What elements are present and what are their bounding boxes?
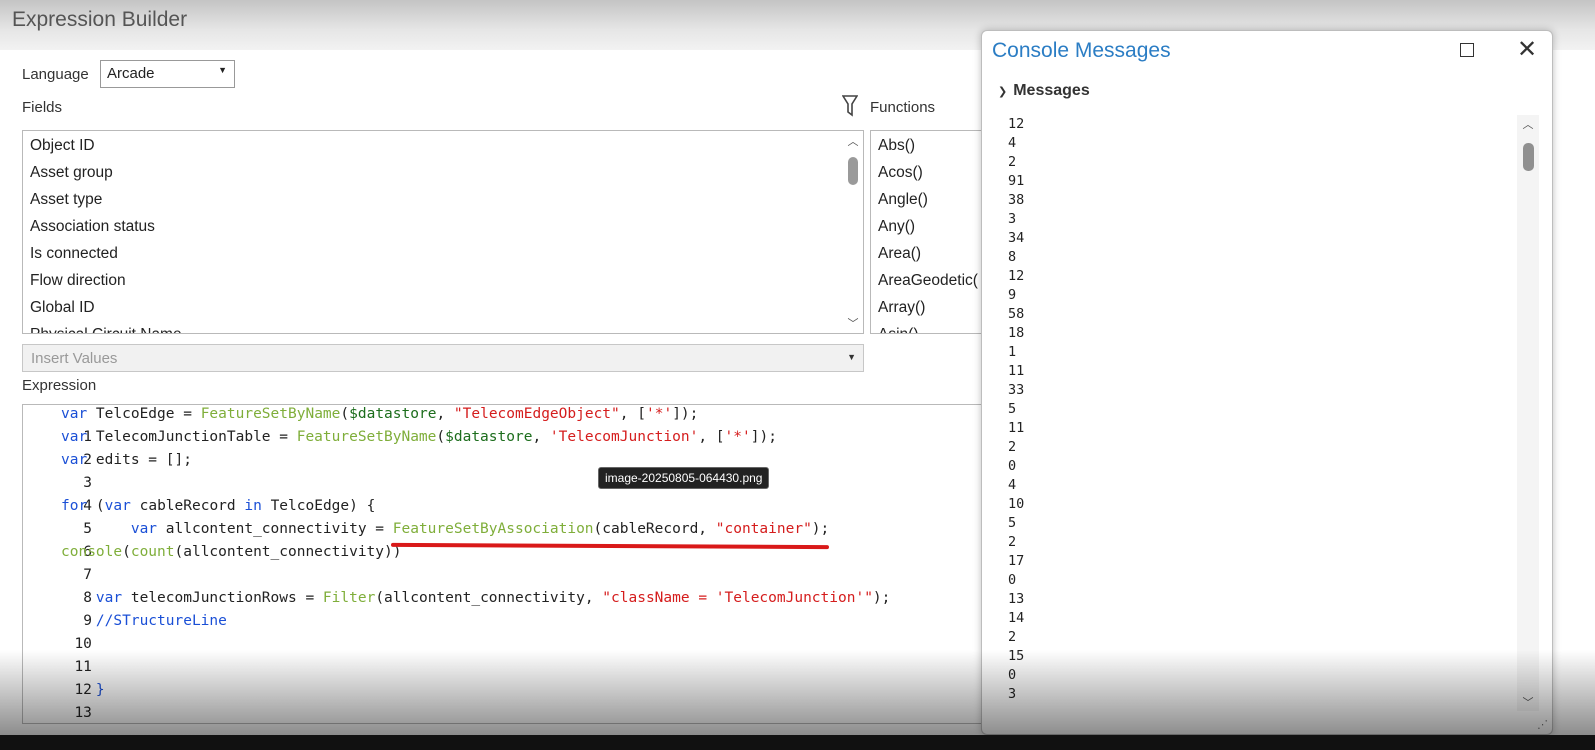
function-list-item[interactable]: Array(): [871, 294, 984, 321]
console-message: 3: [1008, 686, 1017, 702]
function-list-item[interactable]: Asin(): [871, 321, 984, 333]
code-line-7: 7 console(count(allcontent_connectivity)): [61, 544, 402, 583]
console-message: 2: [1008, 154, 1017, 170]
functions-list[interactable]: Abs() Acos() Angle() Any() Area() AreaGeodeti…: [870, 130, 984, 334]
code-line-11: 11: [74, 659, 92, 675]
field-list-item[interactable]: Flow direction: [23, 267, 863, 294]
messages-list: 12 4 2 91 38 3 34 8 12 9 58 18 1 11 33 5 11 2 0 4 10 5 2 17 0 13 1…: [1002, 115, 1502, 707]
function-list-item[interactable]: Acos(): [871, 159, 984, 186]
field-list-item[interactable]: Global ID: [23, 294, 863, 321]
close-icon[interactable]: ✕: [1517, 38, 1537, 62]
code-line-4: 4: [83, 498, 92, 514]
field-list-item[interactable]: Asset type: [23, 186, 863, 213]
function-list-item[interactable]: Abs(): [871, 132, 984, 159]
window-title: Expression Builder: [12, 8, 188, 31]
chevron-down-icon[interactable]: ﹀: [843, 315, 863, 331]
field-list-item[interactable]: Association status: [23, 213, 863, 240]
console-message: 38: [1008, 192, 1025, 208]
functions-label: Functions: [870, 99, 936, 116]
function-list-item[interactable]: AreaGeodetic(: [871, 267, 984, 294]
expression-editor[interactable]: 1 var TelcoEdge = FeatureSetByName($datas…: [22, 404, 984, 724]
console-message: 34: [1008, 230, 1025, 246]
console-message: 0: [1008, 572, 1017, 588]
console-message: 12: [1008, 268, 1025, 284]
language-dropdown[interactable]: Arcade ▼: [100, 60, 235, 88]
console-message: 13: [1008, 591, 1025, 607]
console-message: 5: [1008, 515, 1017, 531]
console-message: 1: [1008, 344, 1017, 360]
console-message: 0: [1008, 458, 1017, 474]
code-line-10: 10 //STructureLine: [74, 613, 227, 652]
code-line-9: 9 var telecomJunctionRows = Filter(allco…: [83, 590, 891, 629]
console-message: 12: [1008, 116, 1025, 132]
messages-section-header[interactable]: ❯ Messages: [998, 82, 1090, 100]
scroll-thumb[interactable]: [1523, 143, 1534, 171]
function-list-item[interactable]: Area(): [871, 240, 984, 267]
console-message: 4: [1008, 477, 1017, 493]
fields-label: Fields: [22, 99, 63, 116]
console-message: 33: [1008, 382, 1025, 398]
function-list-item[interactable]: Angle(): [871, 186, 984, 213]
chevron-down-icon: ▼: [847, 352, 856, 362]
console-scrollbar[interactable]: ︿ ﹀: [1517, 115, 1539, 711]
console-message: 10: [1008, 496, 1025, 512]
insert-values-placeholder: Insert Values: [31, 350, 118, 367]
field-list-item[interactable]: Is connected: [23, 240, 863, 267]
scroll-thumb[interactable]: [848, 157, 858, 185]
console-message: 0: [1008, 667, 1017, 683]
code-line-5: 5 for (var cableRecord in TelcoEdge) {: [61, 498, 376, 537]
chevron-down-icon: ▼: [218, 65, 227, 75]
console-message: 9: [1008, 287, 1017, 303]
console-message: 58: [1008, 306, 1025, 322]
console-message: 8: [1008, 249, 1017, 265]
console-message: 2: [1008, 629, 1017, 645]
console-message: 17: [1008, 553, 1025, 569]
maximize-icon[interactable]: [1460, 43, 1474, 57]
console-message: 3: [1008, 211, 1017, 227]
fields-scrollbar[interactable]: ︿ ﹀: [843, 131, 863, 333]
code-line-3: 3 var edits = [];: [61, 452, 192, 491]
code-line-1: 1 var TelcoEdge = FeatureSetByName($datas…: [61, 406, 699, 445]
chevron-down-icon: ❯: [998, 86, 1008, 98]
console-messages-window: Console Messages ✕ ❯ Messages 12 4 2 91 38 3 34…: [981, 30, 1553, 735]
field-list-item[interactable]: Asset group: [23, 159, 863, 186]
fields-list[interactable]: Object ID Asset group Asset type Associatio…: [22, 130, 864, 334]
code-line-6: 6 var allcontent_connectivity = FeatureS…: [83, 521, 830, 560]
messages-section-label: Messages: [1013, 82, 1090, 99]
code-line-8: 8: [83, 590, 92, 606]
chevron-up-icon[interactable]: ︿: [843, 133, 863, 149]
resize-grip-icon[interactable]: ⋰: [1537, 718, 1548, 731]
field-list-item[interactable]: Object ID: [23, 132, 863, 159]
function-list-item[interactable]: Any(): [871, 213, 984, 240]
console-message: 4: [1008, 135, 1017, 151]
code-line-2: 2 var TelecomJunctionTable = FeatureSetBy…: [61, 429, 777, 468]
filter-icon[interactable]: [842, 95, 858, 117]
console-message: 11: [1008, 420, 1025, 436]
console-title: Console Messages: [992, 39, 1171, 62]
code-line-12: 12: [74, 682, 92, 698]
console-message: 91: [1008, 173, 1025, 189]
language-label: Language: [22, 66, 89, 83]
language-value: Arcade: [107, 65, 155, 82]
console-message: 5: [1002, 704, 1502, 707]
console-message: 14: [1008, 610, 1025, 626]
expression-label: Expression: [22, 377, 97, 394]
image-tooltip: image-20250805-064430.png: [598, 467, 770, 489]
code-line-13: 13 }: [74, 682, 105, 721]
chevron-up-icon[interactable]: ︿: [1517, 116, 1539, 132]
console-message: 5: [1008, 401, 1017, 417]
chevron-down-icon[interactable]: ﹀: [1517, 694, 1539, 710]
field-list-item[interactable]: Physical Circuit Name: [23, 321, 863, 333]
console-message: 2: [1008, 534, 1017, 550]
insert-values-dropdown[interactable]: Insert Values ▼: [22, 344, 864, 372]
console-message: 11: [1008, 363, 1025, 379]
console-message: 18: [1008, 325, 1025, 341]
taskbar-strip: [0, 735, 1595, 750]
console-message: 15: [1008, 648, 1025, 664]
console-message: 2: [1008, 439, 1017, 455]
